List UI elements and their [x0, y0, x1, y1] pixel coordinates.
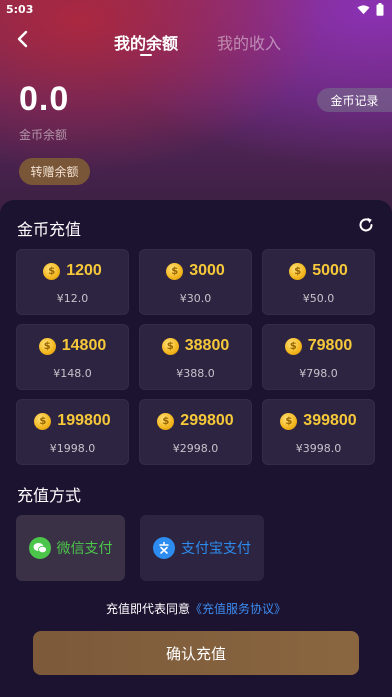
active-tab-indicator	[140, 54, 152, 56]
balance-value: 0.0	[19, 80, 70, 118]
coin-icon: $	[157, 412, 175, 430]
status-bar: 5:03	[0, 0, 392, 18]
status-time: 5:03	[6, 2, 34, 16]
recharge-title: 金币充值	[17, 220, 82, 239]
coin-package[interactable]: $399800 ¥3998.0	[262, 399, 375, 465]
package-price: ¥50.0	[302, 292, 335, 305]
coin-package[interactable]: $14800 ¥148.0	[16, 324, 129, 390]
coin-package[interactable]: $1200 ¥12.0	[16, 249, 129, 315]
back-button[interactable]	[10, 26, 34, 52]
coin-icon: $	[280, 412, 298, 430]
package-coins: 79800	[307, 337, 353, 354]
package-price: ¥388.0	[176, 367, 215, 380]
coin-icon: $	[166, 262, 184, 280]
chevron-left-icon	[17, 30, 28, 48]
package-price: ¥3998.0	[295, 442, 342, 455]
package-coins: 399800	[303, 412, 357, 429]
transfer-balance-button[interactable]: 转赠余额	[19, 158, 90, 185]
top-nav: 我的余额 我的收入	[0, 24, 392, 56]
coin-package[interactable]: $3000 ¥30.0	[139, 249, 252, 315]
refresh-icon	[359, 217, 373, 232]
wifi-icon	[357, 4, 370, 14]
coin-icon: $	[38, 337, 56, 355]
coin-icon: $	[43, 262, 61, 280]
wechat-pay-label: 微信支付	[56, 541, 113, 557]
balance-label: 金币余额	[19, 128, 68, 142]
alipay-icon	[153, 537, 175, 559]
coin-icon: $	[161, 337, 179, 355]
coin-record-button[interactable]: 金币记录	[317, 88, 392, 112]
package-coins: 3000	[189, 262, 225, 279]
package-price: ¥12.0	[56, 292, 89, 305]
alipay-option[interactable]: 支付宝支付	[140, 515, 264, 581]
coin-icon: $	[34, 412, 52, 430]
refresh-button[interactable]	[356, 215, 376, 235]
coin-package[interactable]: $5000 ¥50.0	[262, 249, 375, 315]
coin-package[interactable]: $299800 ¥2998.0	[139, 399, 252, 465]
package-price: ¥798.0	[299, 367, 338, 380]
wechat-icon	[28, 537, 51, 559]
package-price: ¥1998.0	[49, 442, 96, 455]
agreement-text: 充值即代表同意《充值服务协议》	[0, 600, 392, 617]
coin-icon: $	[284, 337, 302, 355]
payment-method-title: 充值方式	[17, 486, 82, 505]
status-icons	[357, 2, 384, 16]
battery-icon	[376, 2, 384, 16]
package-coins: 299800	[180, 412, 234, 429]
wechat-pay-option[interactable]: 微信支付	[16, 515, 125, 581]
tab-my-income[interactable]: 我的收入	[217, 30, 281, 54]
package-price: ¥148.0	[53, 367, 92, 380]
coin-package[interactable]: $38800 ¥388.0	[139, 324, 252, 390]
confirm-recharge-button[interactable]: 确认充值	[33, 631, 359, 675]
tab-my-balance[interactable]: 我的余额	[114, 30, 178, 54]
package-coins: 14800	[61, 337, 107, 354]
coin-package[interactable]: $79800 ¥798.0	[262, 324, 375, 390]
package-price: ¥2998.0	[172, 442, 219, 455]
package-coins: 199800	[57, 412, 111, 429]
coin-icon: $	[289, 262, 307, 280]
coin-package[interactable]: $199800 ¥1998.0	[16, 399, 129, 465]
agreement-link[interactable]: 《充值服务协议》	[190, 602, 286, 616]
package-price: ¥30.0	[179, 292, 212, 305]
package-coins: 38800	[184, 337, 230, 354]
agreement-prefix: 充值即代表同意	[105, 602, 190, 616]
alipay-label: 支付宝支付	[181, 541, 251, 557]
package-coins: 1200	[66, 262, 102, 279]
package-coins: 5000	[312, 262, 348, 279]
